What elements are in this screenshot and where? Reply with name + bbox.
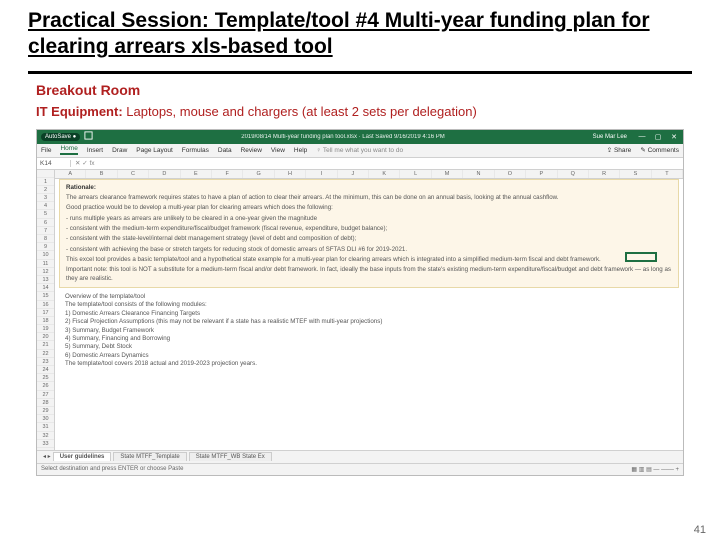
tell-me-search[interactable]: ♀ Tell me what you want to do: [316, 147, 403, 154]
slide-number: 41: [694, 524, 706, 536]
breakout-label: Breakout Room: [0, 82, 720, 104]
tab-draw[interactable]: Draw: [112, 147, 127, 154]
overview-block: Overview of the template/tool The templa…: [59, 289, 679, 372]
equip-label: IT Equipment:: [36, 104, 123, 119]
tab-formulas[interactable]: Formulas: [182, 147, 209, 154]
divider: [28, 71, 692, 74]
sheet-tab-guidelines[interactable]: User guidelines: [53, 452, 112, 461]
sheet-tab-template[interactable]: State MTFF_Template: [113, 452, 186, 461]
maximize-icon[interactable]: ▢: [653, 133, 663, 141]
sheet-area[interactable]: ABCDEFGHIJKLMNOPQRST Rationale: The arre…: [55, 170, 683, 450]
save-icon[interactable]: [84, 131, 93, 142]
document-title: 2019/08/14 Multi-year funding plan tool.…: [97, 134, 588, 140]
overview-heading: Overview of the template/tool: [65, 293, 673, 301]
sheet-nav-icon[interactable]: ◂ ▸: [43, 453, 51, 460]
sheet-tab-example[interactable]: State MTFF_WB State Ex: [189, 452, 272, 461]
comments-button[interactable]: ✎ Comments: [640, 146, 679, 154]
user-name[interactable]: Sue Mar Lee: [593, 134, 627, 140]
grid: 1234567891011121314151617181920212223242…: [37, 170, 683, 450]
close-icon[interactable]: ✕: [669, 133, 679, 141]
row-headers: 1234567891011121314151617181920212223242…: [37, 170, 55, 450]
slide-title: Practical Session: Template/tool #4 Mult…: [0, 0, 720, 65]
tab-review[interactable]: Review: [241, 147, 262, 154]
equip-text: Laptops, mouse and chargers (at least 2 …: [123, 104, 477, 119]
window-controls: — ▢ ✕: [637, 133, 679, 141]
rationale-heading: Rationale:: [66, 184, 672, 192]
ribbon: File Home Insert Draw Page Layout Formul…: [37, 144, 683, 158]
tab-home[interactable]: Home: [60, 145, 77, 155]
status-bar: Select destination and press ENTER or ch…: [37, 463, 683, 475]
name-box[interactable]: K14: [37, 160, 71, 167]
tab-view[interactable]: View: [271, 147, 285, 154]
excel-screenshot: AutoSave ● 2019/08/14 Multi-year funding…: [36, 129, 684, 476]
fx-icons[interactable]: ✕ ✓ fx: [71, 159, 99, 167]
equipment-line: IT Equipment: Laptops, mouse and charger…: [0, 104, 720, 129]
tab-insert[interactable]: Insert: [87, 147, 103, 154]
minimize-icon[interactable]: —: [637, 133, 647, 141]
sheet-tabs: ◂ ▸ User guidelines State MTFF_Template …: [37, 450, 683, 463]
rationale-block: Rationale: The arrears clearance framewo…: [59, 179, 679, 289]
tab-file[interactable]: File: [41, 147, 51, 154]
sheet-content: Rationale: The arrears clearance framewo…: [59, 179, 679, 373]
active-cell-cursor: [625, 252, 657, 262]
view-icons[interactable]: ▦ ▥ ▤ — ─── +: [631, 466, 679, 473]
autosave-toggle[interactable]: AutoSave ●: [41, 133, 80, 141]
col-headers: ABCDEFGHIJKLMNOPQRST: [55, 170, 683, 179]
tab-help[interactable]: Help: [294, 147, 307, 154]
share-button[interactable]: ⇪ Share: [607, 146, 632, 154]
tab-page-layout[interactable]: Page Layout: [136, 147, 173, 154]
tab-data[interactable]: Data: [218, 147, 232, 154]
titlebar: AutoSave ● 2019/08/14 Multi-year funding…: [37, 130, 683, 144]
status-text: Select destination and press ENTER or ch…: [41, 466, 183, 472]
formula-bar: K14 ✕ ✓ fx: [37, 158, 683, 170]
